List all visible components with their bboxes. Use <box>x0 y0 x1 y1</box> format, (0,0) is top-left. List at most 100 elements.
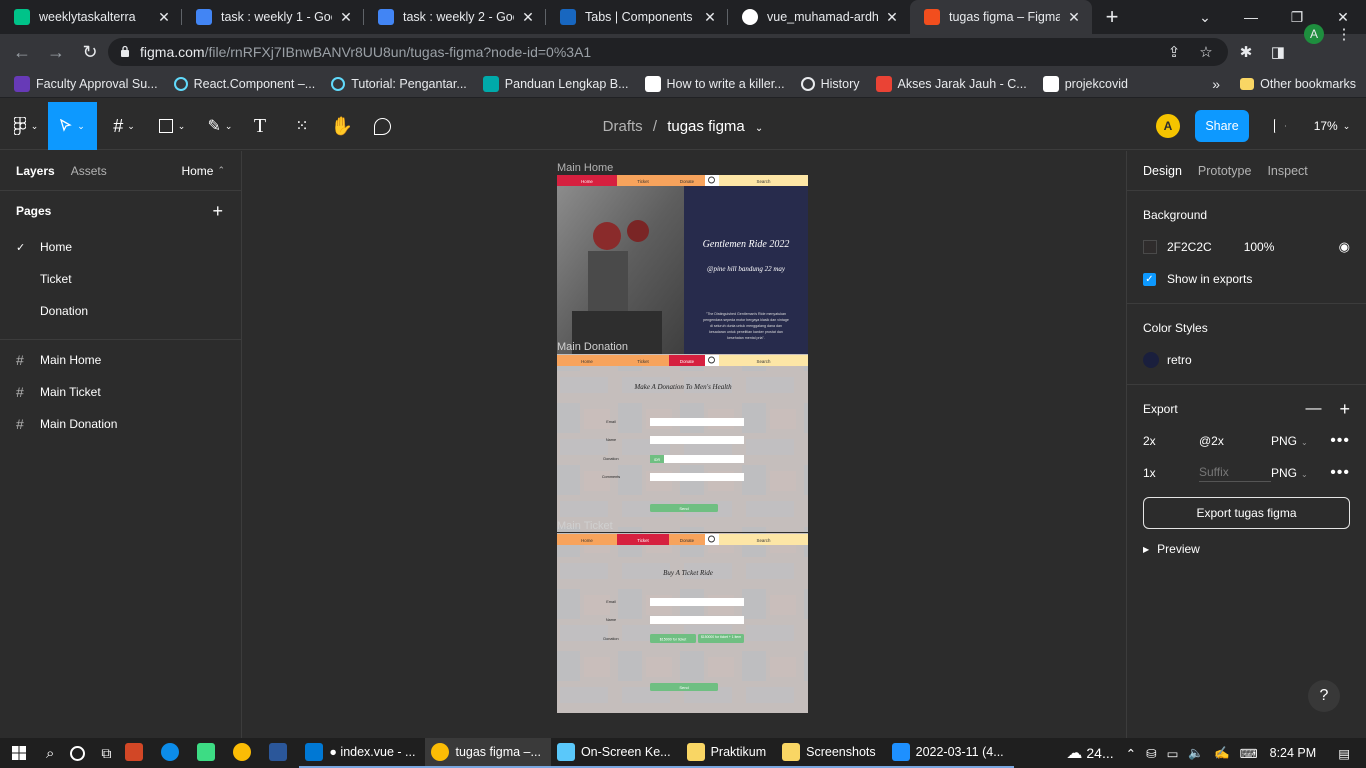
start-button[interactable] <box>0 738 38 768</box>
eye-icon[interactable]: ◉ <box>1339 239 1350 255</box>
form-input[interactable] <box>650 598 744 606</box>
help-button[interactable]: ? <box>1308 680 1340 712</box>
minimize-button[interactable]: — <box>1228 0 1274 34</box>
close-tab-icon[interactable]: ✕ <box>702 9 718 26</box>
taskbar-app[interactable]: Praktikum <box>680 738 777 768</box>
form-input[interactable] <box>650 436 744 444</box>
minus-icon[interactable]: — <box>1305 400 1321 418</box>
export-suffix[interactable]: Suffix <box>1199 465 1271 482</box>
present-button[interactable] <box>1268 102 1292 150</box>
form-input[interactable] <box>650 616 744 624</box>
form-input[interactable] <box>650 473 744 481</box>
notifications-icon[interactable]: ▤ <box>1338 746 1350 761</box>
page-selector[interactable]: Home ⌃ <box>181 164 225 178</box>
extensions-icon[interactable]: ✱ <box>1230 43 1262 61</box>
taskbar-app[interactable] <box>263 738 299 768</box>
address-bar[interactable]: figma.com/file/rnRFXj7IBnwBANVr8UU8un/tu… <box>108 38 1228 66</box>
pen-ink-icon[interactable]: ✍ <box>1214 746 1230 761</box>
page-item-donation[interactable]: Donation <box>0 295 241 327</box>
layer-frame[interactable]: # Main Home <box>0 344 241 376</box>
taskbar-app[interactable] <box>119 738 155 768</box>
taskbar-app[interactable] <box>191 738 227 768</box>
user-avatar[interactable]: A <box>1156 114 1180 138</box>
browser-tab[interactable]: tugas figma – Figma ✕ <box>910 0 1092 34</box>
bookmark-item[interactable]: projekcovid <box>1035 75 1136 92</box>
bookmark-item[interactable]: History <box>793 76 868 91</box>
export-suffix[interactable]: @2x <box>1199 434 1271 448</box>
new-tab-button[interactable]: + <box>1092 0 1132 34</box>
bookmark-item[interactable]: Faculty Approval Su... <box>6 75 166 92</box>
form-input[interactable] <box>650 455 744 463</box>
color-swatch[interactable] <box>1143 240 1157 254</box>
volume-icon[interactable]: 🔈 <box>1188 746 1204 761</box>
tab-prototype[interactable]: Prototype <box>1198 164 1252 178</box>
keyboard-icon[interactable]: ⌨ <box>1240 746 1258 761</box>
taskbar-app[interactable] <box>155 738 191 768</box>
tab-inspect[interactable]: Inspect <box>1267 164 1307 178</box>
browser-tab[interactable]: Tabs | Components | B ✕ <box>546 0 728 34</box>
close-tab-icon[interactable]: ✕ <box>338 9 354 26</box>
bookmark-item[interactable]: Akses Jarak Jauh - C... <box>868 75 1035 92</box>
chevron-down-icon[interactable]: ⌄ <box>755 123 763 134</box>
file-name[interactable]: tugas figma <box>667 118 745 135</box>
task-view-button[interactable]: ⧉ <box>93 738 119 768</box>
profile-avatar[interactable]: A <box>1304 24 1324 44</box>
export-scale[interactable]: 2x <box>1143 434 1199 448</box>
more-options-icon[interactable]: ••• <box>1330 464 1350 482</box>
taskbar-app[interactable]: tugas figma –... <box>425 738 551 768</box>
export-button[interactable]: Export tugas figma <box>1143 497 1350 529</box>
close-tab-icon[interactable]: ✕ <box>520 9 536 26</box>
browser-tab[interactable]: task : weekly 2 - Goog ✕ <box>364 0 546 34</box>
color-style-item[interactable]: retro <box>1143 344 1350 376</box>
chrome-menu-icon[interactable]: ⋮ <box>1328 25 1360 43</box>
export-format[interactable]: PNG ⌄ <box>1271 466 1311 480</box>
close-tab-icon[interactable]: ✕ <box>1066 9 1082 26</box>
more-options-icon[interactable]: ••• <box>1330 432 1350 450</box>
forward-button[interactable]: → <box>40 36 72 68</box>
close-tab-icon[interactable]: ✕ <box>156 9 172 26</box>
layer-frame[interactable]: # Main Donation <box>0 408 241 440</box>
tab-layers[interactable]: Layers <box>16 164 55 178</box>
more-bookmarks-icon[interactable]: » <box>1212 76 1220 92</box>
taskbar-app[interactable] <box>227 738 263 768</box>
cortana-button[interactable] <box>62 738 93 768</box>
add-page-icon[interactable]: + <box>212 201 223 222</box>
share-page-icon[interactable]: ⇪ <box>1158 43 1190 61</box>
export-scale[interactable]: 1x <box>1143 466 1199 480</box>
search-button[interactable]: ⌕ <box>38 738 62 768</box>
export-format[interactable]: PNG ⌄ <box>1271 434 1311 448</box>
weather-cloud-icon[interactable]: ☁ <box>1066 743 1082 763</box>
taskbar-app[interactable]: 2022-03-11 (4... <box>885 738 1014 768</box>
taskbar-app[interactable]: Screenshots <box>776 738 886 768</box>
browser-tab[interactable]: weeklytaskalterra ✕ <box>0 0 182 34</box>
battery-icon[interactable]: ▭ <box>1167 746 1179 761</box>
network-icon[interactable]: ⛁ <box>1146 746 1156 761</box>
bookmark-item[interactable]: React.Component –... <box>166 76 324 91</box>
preview-toggle[interactable]: ▶ Preview <box>1143 529 1350 569</box>
page-item-home[interactable]: ✓ Home <box>0 231 241 263</box>
page-item-ticket[interactable]: Ticket <box>0 263 241 295</box>
chevron-up-icon[interactable]: ⌃ <box>1126 746 1136 761</box>
back-button[interactable]: ← <box>6 36 38 68</box>
browser-tab[interactable]: vue_muhamad-ardhan ✕ <box>728 0 910 34</box>
design-canvas[interactable]: Main Home Home Ticket Donate Search Gentlemen… <box>242 151 1126 740</box>
bookmark-star-icon[interactable]: ☆ <box>1190 43 1222 61</box>
bookmark-item[interactable]: Tutorial: Pengantar... <box>323 76 475 91</box>
taskbar-app[interactable]: On-Screen Ke... <box>550 738 681 768</box>
browser-tab[interactable]: task : weekly 1 - Googl ✕ <box>182 0 364 34</box>
layer-frame[interactable]: # Main Ticket <box>0 376 241 408</box>
bookmark-item[interactable]: How to write a killer... <box>637 75 793 92</box>
tab-search-icon[interactable]: ⌄ <box>1182 0 1228 34</box>
reload-button[interactable]: ↻ <box>74 36 106 68</box>
bg-hex-input[interactable]: 2F2C2C <box>1167 240 1212 254</box>
tab-assets[interactable]: Assets <box>71 164 107 178</box>
side-panel-icon[interactable]: ◨ <box>1262 43 1294 61</box>
other-bookmarks[interactable]: Other bookmarks <box>1232 77 1364 91</box>
breadcrumb-folder[interactable]: Drafts <box>603 118 643 135</box>
form-input[interactable] <box>650 418 744 426</box>
plus-icon[interactable]: + <box>1339 399 1350 420</box>
checkbox[interactable]: ✓ <box>1143 272 1156 286</box>
taskbar-app[interactable]: ● index.vue - ... <box>299 738 426 768</box>
close-tab-icon[interactable]: ✕ <box>884 9 900 26</box>
zoom-control[interactable]: 17% ⌄ <box>1310 102 1354 150</box>
